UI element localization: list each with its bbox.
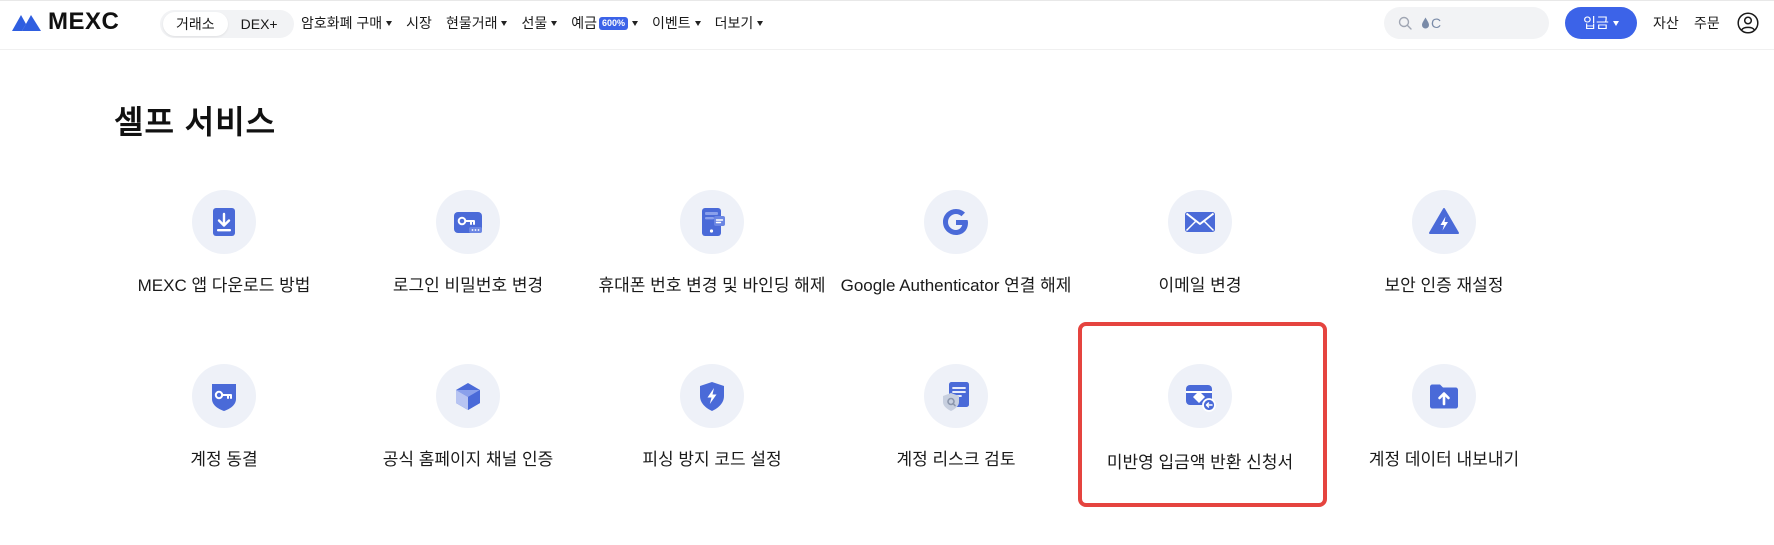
nav-futures[interactable]: 선물 bbox=[521, 13, 558, 33]
service-app-download[interactable]: MEXC 앱 다운로드 방법 bbox=[102, 190, 346, 299]
service-account-freeze[interactable]: 계정 동결 bbox=[102, 364, 346, 473]
nav-spot-label: 현물거래 bbox=[445, 15, 498, 31]
tab-exchange[interactable]: 거래소 bbox=[163, 12, 228, 36]
deposit-button-label: 입금 bbox=[1583, 15, 1609, 31]
top-navigation-bar: MEXC 거래소 DEX+ 암호화폐 구매 시장 현물거래 선물 예금 600%… bbox=[0, 0, 1774, 50]
token-drop-icon bbox=[1422, 17, 1429, 29]
service-label: 공식 홈페이지 채널 인증 bbox=[382, 450, 554, 469]
service-label: 로그인 비밀번호 변경 bbox=[392, 276, 544, 295]
chevron-down-icon bbox=[501, 20, 508, 26]
nav-buy-crypto-label: 암호화폐 구매 bbox=[301, 15, 383, 31]
shield-bolt-icon bbox=[700, 382, 724, 411]
service-security-reset[interactable]: 보안 인증 재설정 bbox=[1322, 190, 1566, 299]
service-phone-change[interactable]: 휴대폰 번호 변경 및 바인딩 해제 bbox=[590, 190, 834, 299]
logo-text: MEXC bbox=[48, 8, 120, 35]
chevron-down-icon bbox=[1612, 20, 1619, 26]
service-label: 피싱 방지 코드 설정 bbox=[642, 450, 782, 469]
nav-futures-label: 선물 bbox=[521, 15, 548, 31]
orders-link[interactable]: 주문 bbox=[1694, 13, 1720, 33]
service-label: 계정 동결 bbox=[190, 450, 258, 469]
mexc-logo-icon bbox=[12, 15, 41, 31]
main-nav: 암호화폐 구매 시장 현물거래 선물 예금 600% 이벤트 더보기 bbox=[301, 1, 777, 45]
service-email-change[interactable]: 이메일 변경 bbox=[1078, 190, 1322, 299]
service-account-data-export[interactable]: 계정 데이터 내보내기 bbox=[1322, 364, 1566, 473]
mexc-logo[interactable]: MEXC bbox=[10, 8, 120, 35]
password-key-icon bbox=[454, 212, 482, 233]
nav-more-label: 더보기 bbox=[714, 15, 754, 31]
nav-markets[interactable]: 시장 bbox=[406, 13, 432, 33]
earn-apr-badge: 600% bbox=[599, 16, 629, 30]
service-label: 보안 인증 재설정 bbox=[1384, 276, 1504, 295]
security-warning-icon bbox=[1429, 208, 1459, 234]
download-icon bbox=[213, 208, 235, 236]
service-label: 계정 데이터 내보내기 bbox=[1368, 450, 1520, 469]
service-label: MEXC 앱 다운로드 방법 bbox=[137, 276, 311, 295]
page-title: 셀프 서비스 bbox=[114, 104, 277, 140]
service-label: 휴대폰 번호 변경 및 바인딩 해제 bbox=[598, 276, 826, 295]
deposit-button[interactable]: 입금 bbox=[1565, 7, 1637, 39]
chevron-down-icon bbox=[632, 20, 639, 26]
service-label: 계정 리스크 검토 bbox=[896, 450, 1016, 469]
nav-spot[interactable]: 현물거래 bbox=[446, 13, 508, 33]
service-official-channel-verify[interactable]: 공식 홈페이지 채널 인증 bbox=[346, 364, 590, 473]
risk-review-icon bbox=[943, 382, 969, 411]
chevron-down-icon bbox=[694, 20, 701, 26]
service-anti-phishing-code[interactable]: 피싱 방지 코드 설정 bbox=[590, 364, 834, 473]
nav-earn[interactable]: 예금 600% bbox=[571, 13, 639, 33]
service-label: 미반영 입금액 반환 신청서 bbox=[1106, 453, 1294, 472]
chevron-down-icon bbox=[757, 20, 764, 26]
service-login-password[interactable]: 로그인 비밀번호 변경 bbox=[346, 190, 590, 299]
nav-markets-label: 시장 bbox=[406, 15, 432, 31]
nav-earn-label: 예금 bbox=[571, 15, 597, 31]
google-icon bbox=[943, 209, 968, 235]
email-icon bbox=[1185, 212, 1215, 232]
market-type-switch: 거래소 DEX+ bbox=[160, 10, 294, 38]
service-google-authenticator[interactable]: Google Authenticator 연결 해제 bbox=[834, 190, 1078, 299]
phone-icon bbox=[702, 208, 725, 236]
user-avatar-icon[interactable] bbox=[1737, 12, 1759, 34]
nav-events-label: 이벤트 bbox=[652, 15, 691, 31]
service-account-risk-review[interactable]: 계정 리스크 검토 bbox=[834, 364, 1078, 473]
nav-events[interactable]: 이벤트 bbox=[652, 13, 701, 33]
tab-dex[interactable]: DEX+ bbox=[228, 12, 291, 36]
search-input[interactable] bbox=[1431, 15, 1531, 31]
folder-upload-icon bbox=[1430, 384, 1458, 409]
verify-cube-icon bbox=[456, 383, 480, 410]
search-icon bbox=[1398, 16, 1412, 30]
chevron-down-icon bbox=[386, 20, 393, 26]
search-box[interactable] bbox=[1384, 7, 1549, 39]
chevron-down-icon bbox=[551, 20, 558, 26]
nav-more[interactable]: 더보기 bbox=[715, 13, 764, 33]
assets-link[interactable]: 자산 bbox=[1653, 13, 1679, 33]
service-label: 이메일 변경 bbox=[1158, 276, 1242, 295]
nav-buy-crypto[interactable]: 암호화폐 구매 bbox=[301, 13, 393, 33]
account-freeze-icon bbox=[212, 384, 236, 411]
service-label: Google Authenticator 연결 해제 bbox=[840, 276, 1072, 295]
deposit-return-icon bbox=[1186, 385, 1216, 412]
service-unreflected-deposit-return[interactable]: 미반영 입금액 반환 신청서 bbox=[1078, 364, 1322, 476]
